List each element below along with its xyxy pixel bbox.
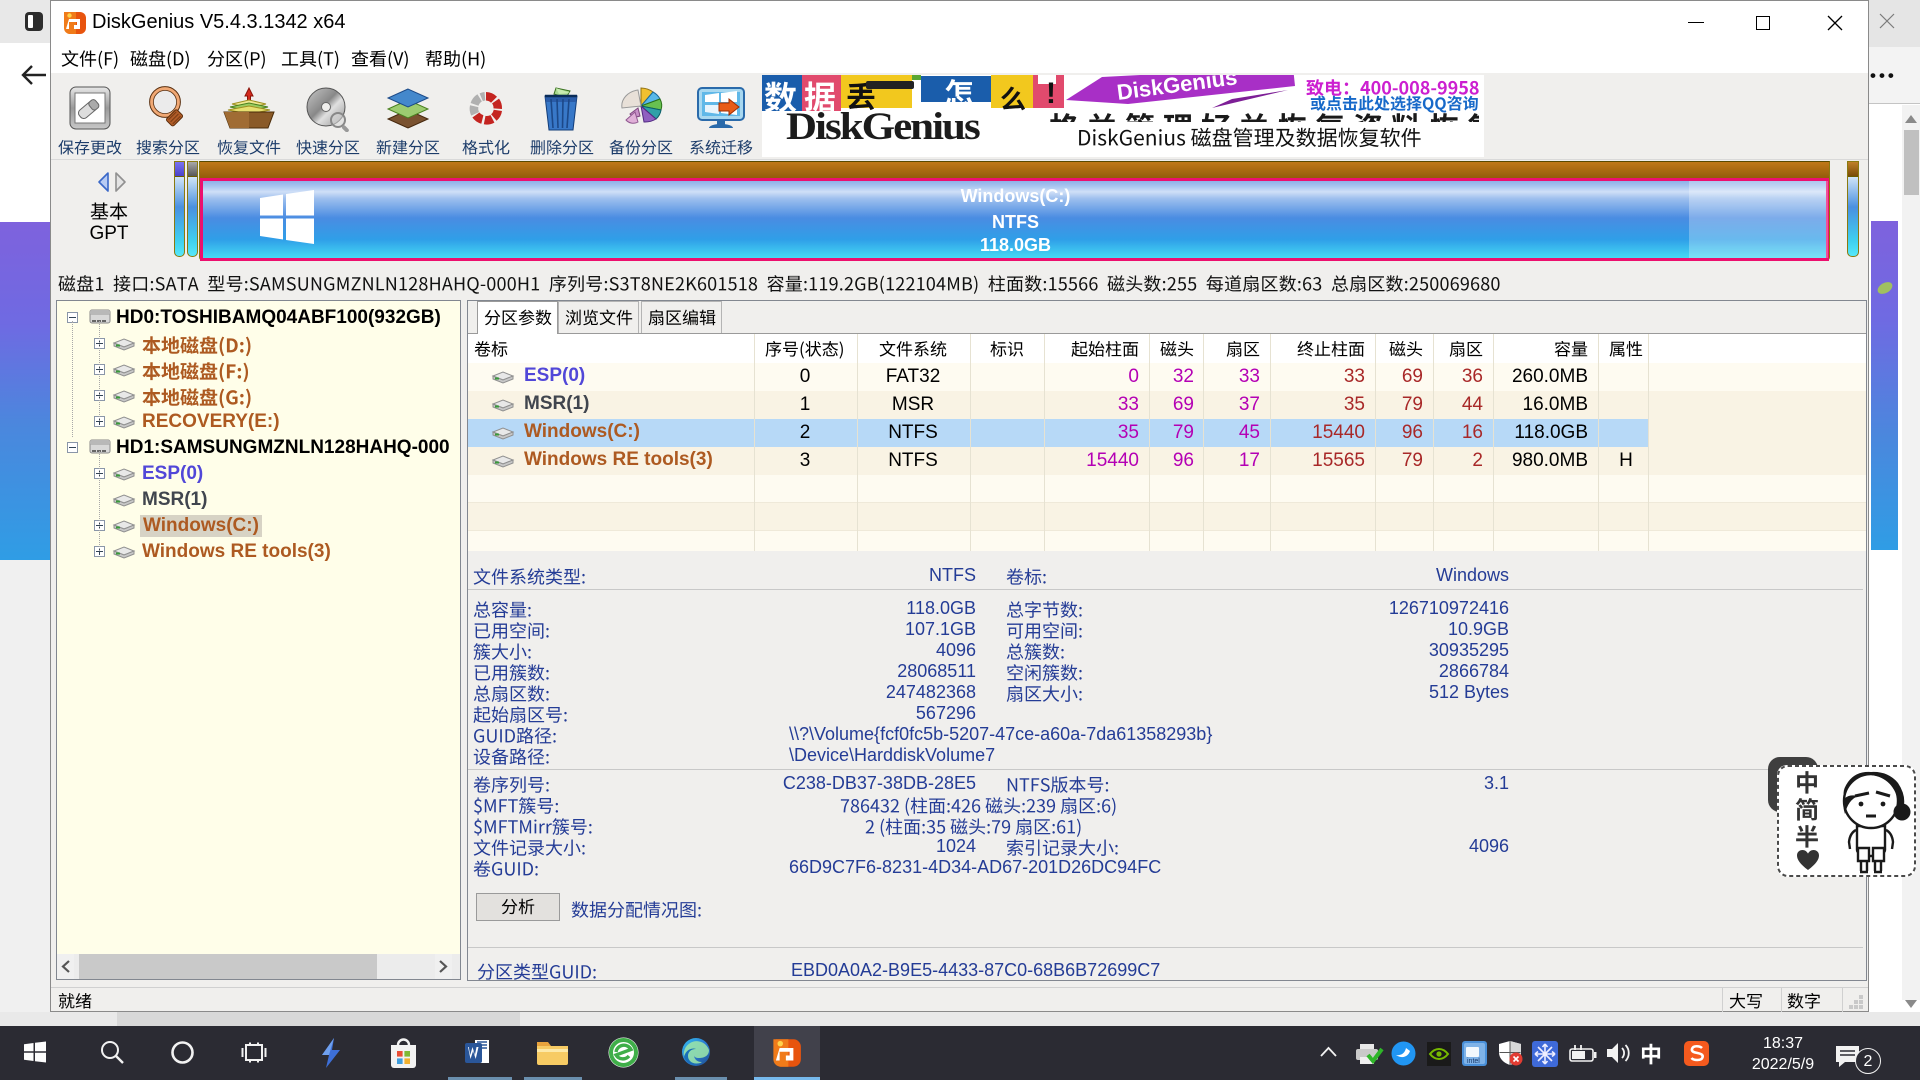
svg-text:intel: intel — [1467, 1058, 1480, 1065]
